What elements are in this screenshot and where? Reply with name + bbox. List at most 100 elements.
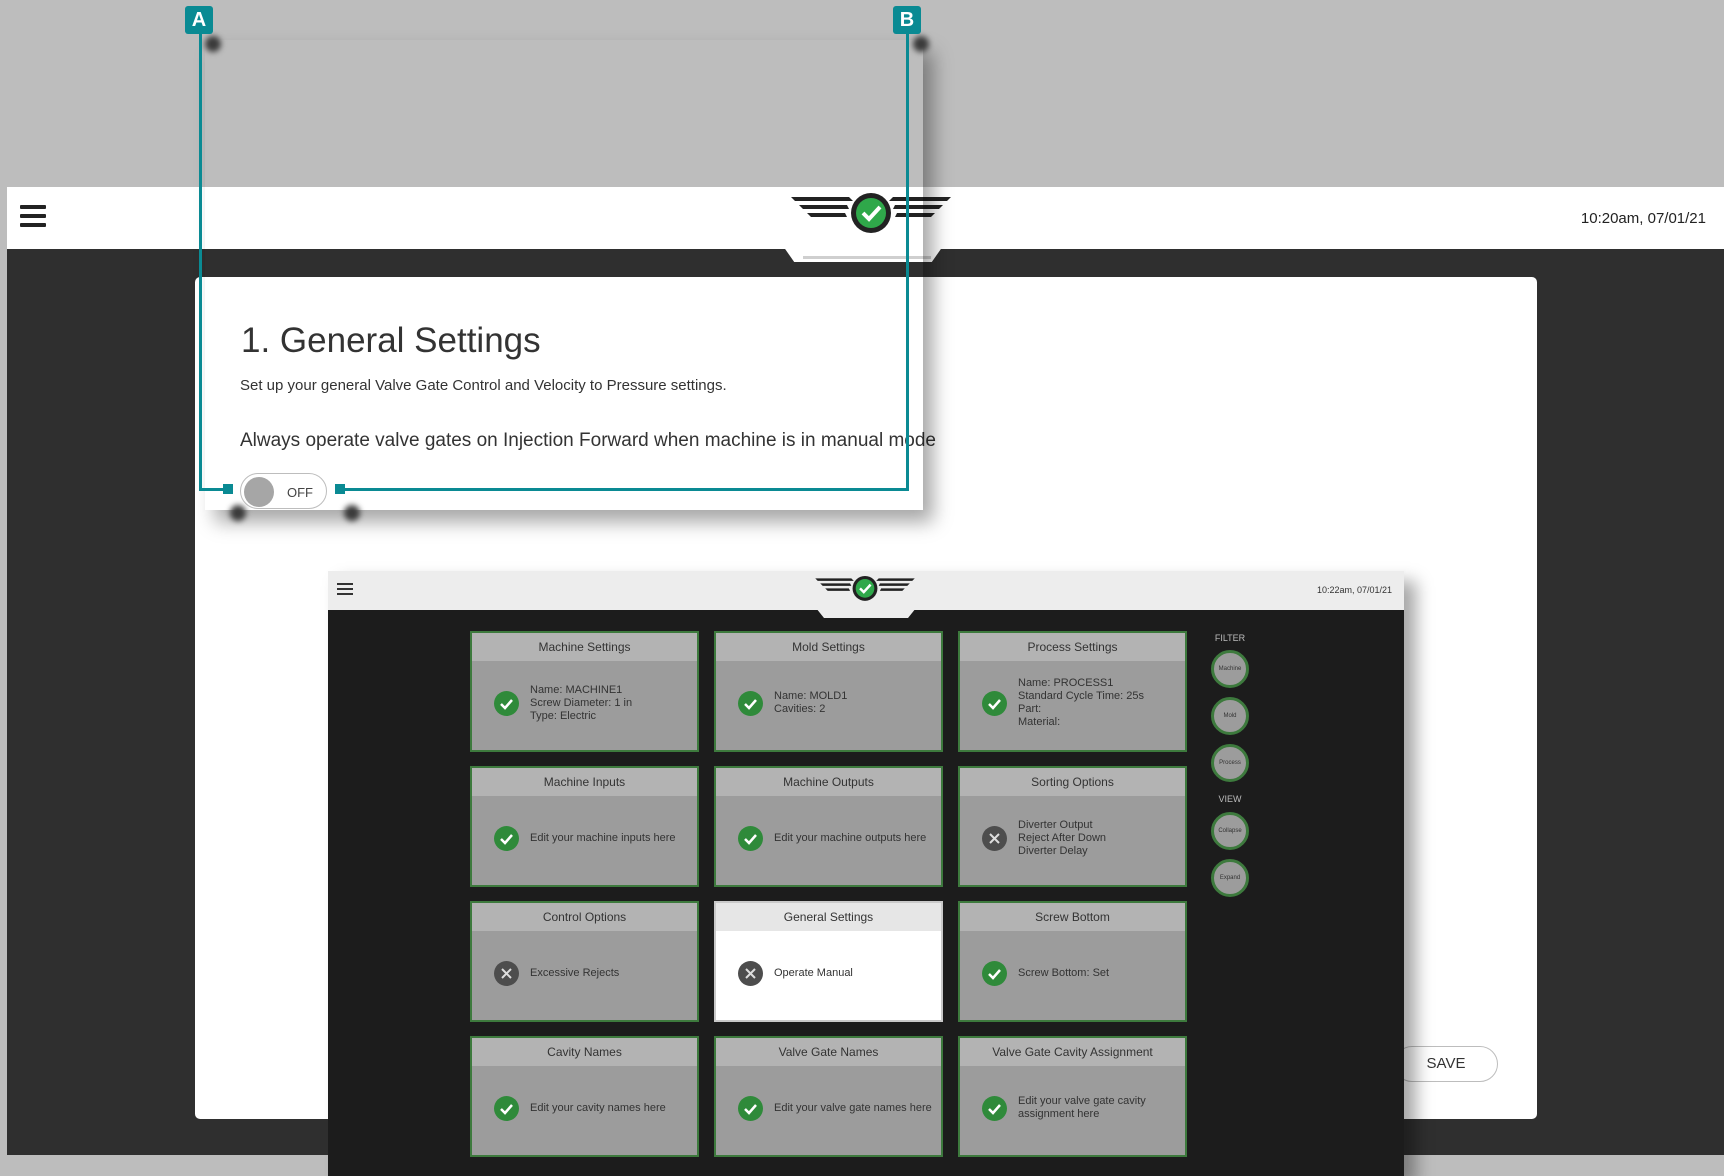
tile-title: Sorting Options [960,768,1185,796]
tile-summary-line: Standard Cycle Time: 25s [1018,690,1144,702]
check-icon [982,961,1007,986]
check-icon [494,691,519,716]
tile-title: Control Options [472,903,697,931]
inset-status-logo [815,575,915,601]
callout-line-b [906,34,909,491]
tile-summary: Excessive Rejects [530,967,619,980]
view-button-expand[interactable]: Expand [1211,859,1249,897]
filter-label: FILTER [1214,633,1246,643]
tile-summary-line: assignment here [1018,1108,1100,1120]
tile-summary-line: Part: [1018,703,1042,715]
save-button[interactable]: SAVE [1394,1046,1498,1082]
tile-summary-line: Edit your machine outputs here [774,831,927,844]
tile-summary: Name: PROCESS1 Standard Cycle Time: 25s Pa… [1018,677,1144,729]
settings-tile[interactable]: Control Options Excessive Rejects [470,901,699,1022]
tile-summary-line: Edit your cavity names here [530,1101,666,1114]
settings-tile[interactable]: Cavity Names Edit your cavity names here [470,1036,699,1157]
inset-screenshot: 10:22am, 07/01/21 Machine Settings Name: … [328,571,1404,1176]
tile-summary-line: Name: PROCESS1 [1018,677,1114,689]
callout-shadow-b [913,36,929,52]
tile-title: Screw Bottom [960,903,1185,931]
hamburger-icon[interactable] [20,205,46,227]
filter-button-machine[interactable]: Machine [1211,650,1249,688]
settings-tile[interactable]: Sorting Options Diverter Output Reject Aft… [958,766,1187,887]
tile-summary-line: Edit your valve gate cavity [1018,1095,1146,1107]
inset-hamburger-icon[interactable] [337,583,353,597]
tile-summary-line: Type: Electric [530,709,597,722]
check-icon [738,691,763,716]
tile-summary: Operate Manual [774,967,853,980]
callout-anchor-a [223,484,233,494]
logo-tab [783,246,943,262]
page-subtitle: Set up your general Valve Gate Control a… [240,377,727,394]
tile-title: Machine Inputs [472,768,697,796]
tile-summary: Edit your machine outputs here [774,832,926,845]
inset-datetime: 10:22am, 07/01/21 [1316,585,1392,595]
tile-summary: Edit your machine inputs here [530,832,676,845]
tile-title: General Settings [716,903,941,931]
x-icon [494,961,519,986]
manual-mode-toggle[interactable]: OFF [240,473,327,509]
logo-tab-line [803,256,931,259]
callout-badge-a: A [185,6,213,34]
inset-logo-tab [816,608,916,618]
toggle-state: OFF [287,485,313,500]
settings-tile[interactable]: Mold Settings Name: MOLD1 Cavities: 2 [714,631,943,752]
callout-line-a [199,34,202,491]
view-button-collapse[interactable]: Collapse [1211,812,1249,850]
tile-title: Valve Gate Names [716,1038,941,1066]
datetime: 10:20am, 07/01/21 [1580,210,1706,227]
tile-summary: Screw Bottom: Set [1018,967,1109,980]
setting-label: Always operate valve gates on Injection … [240,430,936,451]
tile-summary-line: Screw Diameter: 1 in [530,696,633,709]
tile-summary-line: Material: [1018,716,1061,728]
tile-summary: Name: MOLD1 Cavities: 2 [774,690,847,716]
callout-shadow-dot [344,505,360,521]
callout-shadow-dot [230,505,246,521]
filter-button-mold[interactable]: Mold [1211,697,1249,735]
settings-tile[interactable]: Machine Outputs Edit your machine outputs… [714,766,943,887]
tile-summary-line: Reject After Down [1018,831,1107,844]
settings-tile[interactable]: Screw Bottom Screw Bottom: Set [958,901,1187,1022]
settings-tile[interactable]: Valve Gate Cavity Assignment Edit your va… [958,1036,1187,1157]
callout-anchor-b [335,484,345,494]
check-icon [494,826,519,851]
tile-summary-line: Cavities: 2 [774,703,826,715]
tile-summary: Edit your cavity names here [530,1102,666,1115]
callout-line-b [340,488,909,491]
x-icon [738,961,763,986]
check-icon [738,826,763,851]
view-label: VIEW [1218,794,1242,804]
page-title: 1. General Settings [241,321,541,360]
settings-tile[interactable]: Machine Settings Name: MACHINE1 Screw Diam… [470,631,699,752]
tile-summary-line: Edit your machine inputs here [530,831,676,844]
filter-button-process[interactable]: Process [1211,744,1249,782]
tile-summary-line: Operate Manual [774,966,853,979]
x-icon [982,826,1007,851]
tile-summary: Edit your valve gate names here [774,1102,932,1115]
callout-shadow-a [205,36,221,52]
inset-top-bar: 10:22am, 07/01/21 [328,571,1404,610]
tile-summary: Diverter Output Reject After Down Diverter… [1018,819,1106,858]
tile-summary-line: Screw Bottom: Set [1018,966,1110,979]
tile-summary-line: Name: MOLD1 [774,690,848,702]
settings-tile[interactable]: Machine Inputs Edit your machine inputs h… [470,766,699,887]
settings-tile[interactable]: General Settings Operate Manual [714,901,943,1022]
tile-title: Machine Settings [472,633,697,661]
tile-summary-line: Edit your valve gate names here [774,1101,932,1114]
top-bar: 10:20am, 07/01/21 [7,187,1724,249]
tile-summary-line: Diverter Delay [1018,844,1088,857]
tile-title: Cavity Names [472,1038,697,1066]
tile-title: Mold Settings [716,633,941,661]
tile-summary-line: Name: MACHINE1 [530,683,623,696]
tile-summary: Name: MACHINE1 Screw Diameter: 1 in Type: … [530,684,632,723]
tile-summary: Edit your valve gate cavity assignment he… [1018,1095,1146,1121]
tile-summary-line: Diverter Output [1018,818,1093,831]
settings-tile[interactable]: Valve Gate Names Edit your valve gate nam… [714,1036,943,1157]
check-icon [738,1096,763,1121]
settings-tile[interactable]: Process Settings Name: PROCESS1 Standard C… [958,631,1187,752]
check-icon [982,691,1007,716]
check-icon [494,1096,519,1121]
check-icon [982,1096,1007,1121]
tile-title: Valve Gate Cavity Assignment [960,1038,1185,1066]
